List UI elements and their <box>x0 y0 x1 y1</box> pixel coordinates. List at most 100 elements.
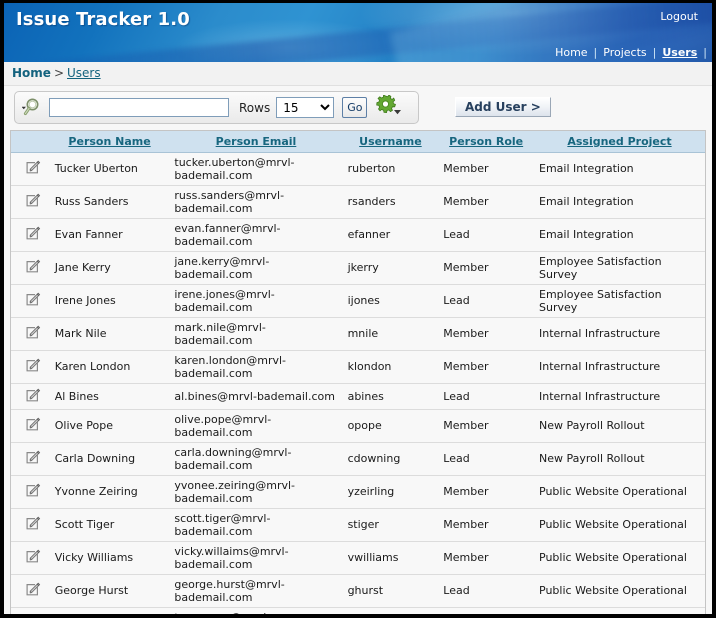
rows-select[interactable]: 15 <box>276 97 335 118</box>
users-table: Person Name Person Email Username Person… <box>11 131 705 618</box>
row-edit-cell[interactable] <box>11 607 50 618</box>
nav-item-projects[interactable]: Projects <box>597 46 652 59</box>
pencil-edit-icon[interactable] <box>25 291 41 307</box>
sort-link-assigned-project[interactable]: Assigned Project <box>567 135 671 148</box>
cell-assigned-project: New Payroll Rollout <box>534 409 705 443</box>
toolbar: Rows 15 Go Add User > <box>4 86 712 130</box>
app-banner: Issue Tracker 1.0 Logout Home | Projects | U… <box>4 3 712 62</box>
sort-link-person-role[interactable]: Person Role <box>449 135 523 148</box>
cell-username: ghurst <box>342 574 439 608</box>
table-row[interactable]: Tucker Uberton tucker.uberton@mrvl-badem… <box>11 152 705 186</box>
row-edit-cell[interactable] <box>11 185 50 219</box>
cell-person-email: olive.pope@mrvl-bademail.com <box>169 409 343 443</box>
cell-assigned-project: Email Integration <box>534 218 705 252</box>
column-header-person-role: Person Role <box>438 131 535 153</box>
pencil-edit-icon[interactable] <box>25 387 41 403</box>
cell-assigned-project: Email Integration <box>534 185 705 219</box>
table-header: Person Name Person Email Username Person… <box>11 131 705 153</box>
table-body: Tucker Uberton tucker.uberton@mrvl-badem… <box>11 152 705 618</box>
table-row[interactable]: Karen London karen.london@mrvl-bademail.… <box>11 350 705 384</box>
pencil-edit-icon[interactable] <box>25 416 41 432</box>
row-edit-cell[interactable] <box>11 508 50 542</box>
go-button[interactable]: Go <box>342 97 368 118</box>
cell-username: tsuess <box>342 607 439 614</box>
cell-person-role: Lead <box>438 383 535 410</box>
pencil-edit-icon[interactable] <box>25 258 41 274</box>
search-input[interactable] <box>49 98 229 117</box>
pencil-edit-icon[interactable] <box>25 614 41 618</box>
cell-person-email: karen.london@mrvl-bademail.com <box>169 350 343 384</box>
row-edit-cell[interactable] <box>11 218 50 252</box>
green-gear-icon[interactable] <box>376 94 404 121</box>
table-row[interactable]: Vicky Williams vicky.willaims@mrvl-badem… <box>11 541 705 575</box>
pencil-edit-icon[interactable] <box>25 581 41 597</box>
pencil-edit-icon[interactable] <box>25 159 41 175</box>
pencil-edit-icon[interactable] <box>25 357 41 373</box>
row-edit-cell[interactable] <box>11 409 50 443</box>
cell-person-role: Member <box>438 152 535 186</box>
cell-person-name: Tucker Uberton <box>49 152 170 186</box>
breadcrumb: Home > Users <box>4 62 712 86</box>
breadcrumb-item-home[interactable]: Home <box>12 66 51 80</box>
row-edit-cell[interactable] <box>11 317 50 351</box>
cell-username: cdowning <box>342 442 439 476</box>
pencil-edit-icon[interactable] <box>25 449 41 465</box>
table-row[interactable]: Carla Downing carla.downing@mrvl-bademai… <box>11 442 705 476</box>
cell-person-name: Tom Suess <box>49 607 170 614</box>
sort-link-person-email[interactable]: Person Email <box>216 135 297 148</box>
table-row[interactable]: George Hurst george.hurst@mrvl-bademail.… <box>11 574 705 608</box>
cell-person-name: Jane Kerry <box>49 251 170 285</box>
nav-item-users[interactable]: Users <box>656 46 703 59</box>
pencil-edit-icon[interactable] <box>25 548 41 564</box>
cell-person-email: evan.fanner@mrvl-bademail.com <box>169 218 343 252</box>
table-row[interactable]: Russ Sanders russ.sanders@mrvl-bademail.… <box>11 185 705 219</box>
cell-person-email: george.hurst@mrvl-bademail.com <box>169 574 343 608</box>
cell-username: jkerry <box>342 251 439 285</box>
table-row[interactable]: Tom Suess tom.suess@mrvl-bademail.com ts… <box>11 607 705 618</box>
magnifier-icon[interactable] <box>21 95 47 121</box>
cell-person-role: Member <box>438 475 535 509</box>
table-row[interactable]: Yvonne Zeiring yvonee.zeiring@mrvl-badem… <box>11 475 705 509</box>
cell-person-email: scott.tiger@mrvl-bademail.com <box>169 508 343 542</box>
nav-item-home[interactable]: Home <box>549 46 593 59</box>
row-edit-cell[interactable] <box>11 475 50 509</box>
cell-assigned-project: Public Website Operational <box>534 508 705 542</box>
pencil-edit-icon[interactable] <box>25 192 41 208</box>
top-navigation: Home | Projects | Users | <box>549 46 707 59</box>
table-row[interactable]: Al Bines al.bines@mrvl-bademail.com abin… <box>11 383 705 410</box>
table-row[interactable]: Jane Kerry jane.kerry@mrvl-bademail.com … <box>11 251 705 285</box>
cell-person-name: Carla Downing <box>49 442 170 476</box>
pencil-edit-icon[interactable] <box>25 482 41 498</box>
cell-person-email: carla.downing@mrvl-bademail.com <box>169 442 343 476</box>
table-row[interactable]: Irene Jones irene.jones@mrvl-bademail.co… <box>11 284 705 318</box>
add-user-button[interactable]: Add User > <box>455 97 551 117</box>
row-edit-cell[interactable] <box>11 442 50 476</box>
cell-person-name: Al Bines <box>49 383 170 410</box>
sort-link-person-name[interactable]: Person Name <box>68 135 150 148</box>
table-row[interactable]: Olive Pope olive.pope@mrvl-bademail.com … <box>11 409 705 443</box>
cell-assigned-project: Public Website Operational <box>534 541 705 575</box>
row-edit-cell[interactable] <box>11 574 50 608</box>
table-row[interactable]: Scott Tiger scott.tiger@mrvl-bademail.co… <box>11 508 705 542</box>
pencil-edit-icon[interactable] <box>25 225 41 241</box>
cell-person-role: Lead <box>438 284 535 318</box>
table-row[interactable]: Evan Fanner evan.fanner@mrvl-bademail.co… <box>11 218 705 252</box>
pencil-edit-icon[interactable] <box>25 324 41 340</box>
table-row[interactable]: Mark Nile mark.nile@mrvl-bademail.com mn… <box>11 317 705 351</box>
cell-username: efanner <box>342 218 439 252</box>
pencil-edit-icon[interactable] <box>25 515 41 531</box>
row-edit-cell[interactable] <box>11 383 50 410</box>
logout-link[interactable]: Logout <box>660 10 698 23</box>
cell-person-role: Member <box>438 251 535 285</box>
row-edit-cell[interactable] <box>11 284 50 318</box>
users-table-container: Person Name Person Email Username Person… <box>10 130 706 618</box>
sort-link-username[interactable]: Username <box>359 135 422 148</box>
cell-person-email: al.bines@mrvl-bademail.com <box>169 383 343 410</box>
row-edit-cell[interactable] <box>11 152 50 186</box>
row-edit-cell[interactable] <box>11 350 50 384</box>
row-edit-cell[interactable] <box>11 541 50 575</box>
row-edit-cell[interactable] <box>11 251 50 285</box>
cell-person-name: Yvonne Zeiring <box>49 475 170 509</box>
breadcrumb-item-users[interactable]: Users <box>67 66 101 80</box>
cell-person-email: irene.jones@mrvl-bademail.com <box>169 284 343 318</box>
